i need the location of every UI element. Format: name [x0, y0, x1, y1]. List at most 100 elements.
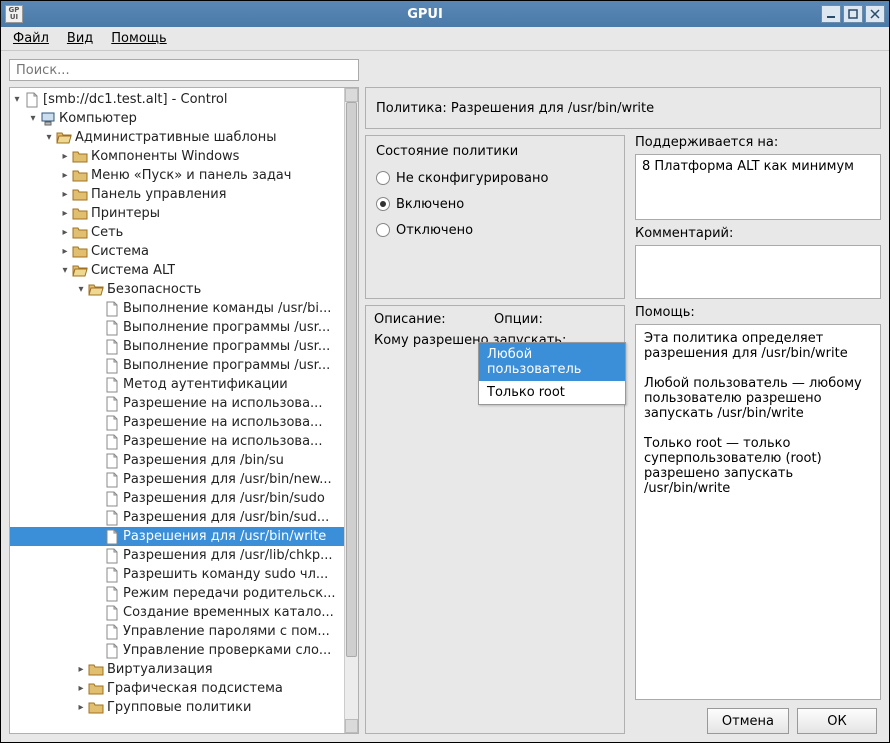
- tree-policy-item[interactable]: Создание временных катало...: [10, 603, 344, 622]
- document-icon: [24, 92, 40, 108]
- tree-item-label: Выполнение программы /usr...: [123, 358, 330, 373]
- tree-policy-item[interactable]: Разрешение на использова...: [10, 413, 344, 432]
- chevron-down-icon[interactable]: ▾: [58, 265, 72, 276]
- document-icon: [104, 453, 120, 469]
- tree-admin-templates[interactable]: ▾ Административные шаблоны: [10, 128, 344, 147]
- tree-item-label: Разрешить команду sudo чл...: [123, 567, 328, 582]
- chevron-right-icon[interactable]: ▸: [58, 246, 72, 257]
- option-root-only[interactable]: Только root: [479, 381, 625, 404]
- radio-not-configured[interactable]: Не сконфигурировано: [376, 165, 614, 191]
- supported-on-text: 8 Платформа ALT как минимум: [635, 154, 881, 220]
- minimize-button[interactable]: [821, 5, 841, 23]
- tree-policy-item[interactable]: Управление проверками сло...: [10, 641, 344, 660]
- tree-policy-item[interactable]: Метод аутентификации: [10, 375, 344, 394]
- chevron-right-icon[interactable]: ▸: [58, 170, 72, 181]
- ok-button[interactable]: ОК: [797, 708, 877, 734]
- tree-policy-item[interactable]: Разрешения для /usr/bin/sud...: [10, 508, 344, 527]
- tree-root[interactable]: ▾ [smb://dc1.test.alt] - Control: [10, 90, 344, 109]
- tree-item-label: Система: [91, 244, 149, 259]
- tree-policy-item[interactable]: Разрешение на использова...: [10, 432, 344, 451]
- chevron-right-icon[interactable]: ▸: [58, 189, 72, 200]
- help-label: Помощь:: [635, 305, 881, 320]
- document-icon: [104, 320, 120, 336]
- chevron-right-icon[interactable]: ▸: [58, 151, 72, 162]
- options-dropdown[interactable]: Любой пользователь Только root: [478, 342, 626, 405]
- tree-computer[interactable]: ▾Компьютер: [10, 109, 344, 128]
- tree-folder[interactable]: ▸ Система: [10, 242, 344, 261]
- scroll-down-icon[interactable]: [345, 719, 358, 733]
- tree-folder[interactable]: ▸Принтеры: [10, 204, 344, 223]
- tree-scrollbar[interactable]: [344, 88, 358, 733]
- tree-policy-item[interactable]: Выполнение программы /usr...: [10, 337, 344, 356]
- chevron-down-icon[interactable]: ▾: [74, 284, 88, 295]
- document-icon: [104, 548, 120, 564]
- tree-policy-item[interactable]: Разрешение на использова...: [10, 394, 344, 413]
- tree-item-label: Метод аутентификации: [123, 377, 288, 392]
- comment-label: Комментарий:: [635, 226, 881, 241]
- chevron-right-icon[interactable]: ▸: [58, 208, 72, 219]
- folder-icon: [72, 168, 88, 184]
- tree-item-label: Графическая подсистема: [107, 681, 283, 696]
- chevron-right-icon[interactable]: ▸: [58, 227, 72, 238]
- document-icon: [104, 643, 120, 659]
- tree-policy-item[interactable]: Разрешения для /bin/su: [10, 451, 344, 470]
- tree-item-label: Административные шаблоны: [75, 130, 277, 145]
- tree-policy-item[interactable]: Разрешения для /usr/bin/new...: [10, 470, 344, 489]
- tree-item-label: Система ALT: [91, 263, 175, 278]
- maximize-button[interactable]: [843, 5, 863, 23]
- document-icon: [104, 301, 120, 317]
- tree-item-label: [smb://dc1.test.alt] - Control: [43, 92, 228, 107]
- tree-policy-item[interactable]: Выполнение команды /usr/bi...: [10, 299, 344, 318]
- tree-folder[interactable]: ▸Виртуализация: [10, 660, 344, 679]
- radio-icon: [376, 197, 390, 211]
- window-title: GPUI: [29, 7, 821, 22]
- tree-pane: ▾[smb://dc1.test.alt] - Control▾Компьюте…: [9, 87, 359, 734]
- chevron-down-icon[interactable]: ▾: [26, 113, 40, 124]
- chevron-right-icon[interactable]: ▸: [74, 683, 88, 694]
- description-group: Описание: Опции: Кому разрешено запускат…: [365, 305, 625, 734]
- tree-folder[interactable]: ▸ Графическая подсистема: [10, 679, 344, 698]
- option-any-user[interactable]: Любой пользователь: [479, 343, 625, 381]
- radio-disabled[interactable]: Отключено: [376, 217, 614, 243]
- tree-folder[interactable]: ▸Меню «Пуск» и панель задач: [10, 166, 344, 185]
- cancel-button[interactable]: Отмена: [707, 708, 789, 734]
- menu-help[interactable]: Помощь: [103, 28, 174, 49]
- menu-file[interactable]: Файл: [5, 28, 57, 49]
- tree-folder[interactable]: ▸Групповые политики: [10, 698, 344, 717]
- tree-item-label: Управление паролями с пом...: [123, 624, 330, 639]
- tree-policy-item[interactable]: Разрешения для /usr/bin/write: [10, 527, 344, 546]
- menu-view[interactable]: Вид: [59, 28, 101, 49]
- document-icon: [104, 567, 120, 583]
- tree-policy-item[interactable]: Разрешить команду sudo чл...: [10, 565, 344, 584]
- computer-icon: [40, 111, 56, 127]
- folder-icon: [56, 130, 72, 146]
- tree-folder[interactable]: ▸ Сеть: [10, 223, 344, 242]
- chevron-right-icon[interactable]: ▸: [74, 702, 88, 713]
- tree-folder[interactable]: ▸ Панель управления: [10, 185, 344, 204]
- document-icon: [104, 491, 120, 507]
- comment-input[interactable]: [635, 245, 881, 299]
- chevron-down-icon[interactable]: ▾: [10, 94, 24, 105]
- tree-policy-item[interactable]: Выполнение программы /usr...: [10, 356, 344, 375]
- tree-item-label: Сеть: [91, 225, 123, 240]
- scroll-up-icon[interactable]: [345, 88, 358, 102]
- tree-item-label: Разрешения для /usr/bin/new...: [123, 472, 332, 487]
- tree-policy-item[interactable]: Разрешения для /usr/bin/sudo: [10, 489, 344, 508]
- scroll-thumb[interactable]: [346, 102, 357, 657]
- tree-item-label: Панель управления: [91, 187, 227, 202]
- radio-enabled[interactable]: Включено: [376, 191, 614, 217]
- tree-policy-item[interactable]: Режим передачи родительск...: [10, 584, 344, 603]
- search-input[interactable]: [9, 59, 359, 81]
- tree-policy-item[interactable]: Разрешения для /usr/lib/chkp...: [10, 546, 344, 565]
- chevron-right-icon[interactable]: ▸: [74, 664, 88, 675]
- tree-folder[interactable]: ▸Компоненты Windows: [10, 147, 344, 166]
- document-icon: [104, 510, 120, 526]
- tree-system-alt[interactable]: ▾ Система ALT: [10, 261, 344, 280]
- options-label: Опции:: [494, 312, 543, 327]
- folder-icon: [88, 681, 104, 697]
- tree-security[interactable]: ▾Безопасность: [10, 280, 344, 299]
- chevron-down-icon[interactable]: ▾: [42, 132, 56, 143]
- close-button[interactable]: [865, 5, 885, 23]
- tree-policy-item[interactable]: Выполнение программы /usr...: [10, 318, 344, 337]
- tree-policy-item[interactable]: Управление паролями с пом...: [10, 622, 344, 641]
